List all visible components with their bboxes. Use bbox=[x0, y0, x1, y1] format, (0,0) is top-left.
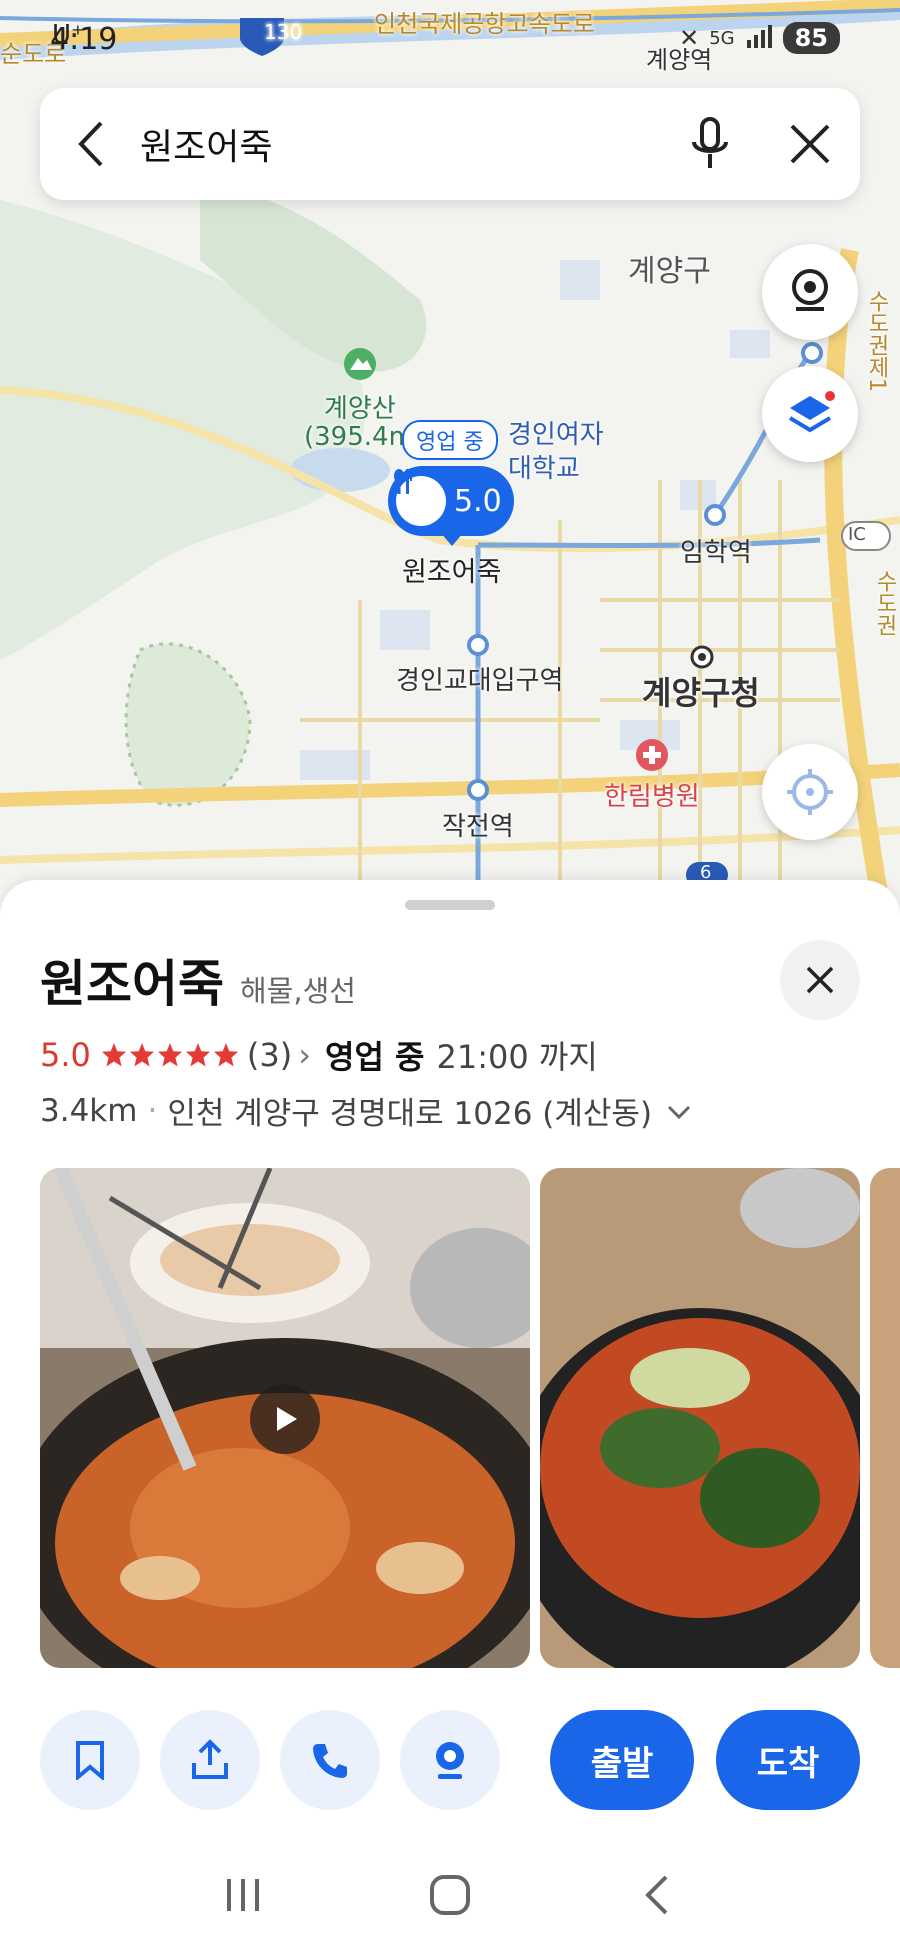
mountain-elevation: (395.4m bbox=[304, 422, 414, 452]
home-icon bbox=[429, 1875, 470, 1915]
street-view-button[interactable] bbox=[762, 244, 858, 340]
rating-value: 5.0 bbox=[40, 1036, 91, 1074]
open-until: 21:00 까지 bbox=[436, 1038, 598, 1076]
restaurant-icon bbox=[394, 469, 446, 526]
crosshair-icon bbox=[787, 769, 833, 815]
close-sheet-button[interactable] bbox=[780, 940, 860, 1020]
my-location-button[interactable] bbox=[762, 744, 858, 840]
nav-back-button[interactable] bbox=[617, 1855, 697, 1935]
university-label-2: 대학교 bbox=[508, 454, 580, 484]
carrier-label: U⁺ bbox=[52, 20, 85, 50]
distance: 3.4km bbox=[40, 1092, 138, 1129]
call-button[interactable] bbox=[280, 1710, 380, 1810]
home-button[interactable] bbox=[410, 1855, 490, 1935]
network-label: 5G bbox=[709, 27, 735, 49]
street-view-icon bbox=[436, 1742, 464, 1779]
address: 인천 계양구 경명대로 1026 (계산동) bbox=[167, 1096, 653, 1132]
chevron-left-icon bbox=[78, 121, 103, 167]
back-icon bbox=[644, 1875, 668, 1915]
district-label: 계양구 bbox=[628, 254, 711, 289]
address-row[interactable]: 3.4km · 인천 계양구 경명대로 1026 (계산동) bbox=[40, 1088, 692, 1133]
food-image bbox=[540, 1168, 860, 1668]
open-status: 영업 중 bbox=[325, 1038, 425, 1076]
open-status-chip: 영업 중 bbox=[402, 420, 498, 460]
arrive-button[interactable]: 도착 bbox=[716, 1710, 860, 1810]
street-view-icon bbox=[792, 269, 828, 311]
hospital-label: 한림병원 bbox=[604, 782, 700, 812]
recents-button[interactable] bbox=[203, 1855, 283, 1935]
station-label-gyeongin: 경인교대입구역 bbox=[396, 666, 564, 696]
food-image bbox=[870, 1168, 900, 1668]
microphone-icon bbox=[692, 117, 728, 168]
star-icon bbox=[101, 1043, 126, 1067]
status-bar: 4:19 U⁺ ✕ 5G 85 bbox=[0, 0, 900, 80]
star-icon bbox=[213, 1043, 238, 1067]
close-icon bbox=[790, 124, 830, 164]
bookmark-icon bbox=[76, 1741, 104, 1780]
university-label: 경인여자 bbox=[508, 420, 604, 450]
chevron-right-icon: › bbox=[298, 1036, 312, 1074]
mute-icon: ✕ bbox=[679, 24, 700, 52]
play-video-button[interactable] bbox=[250, 1384, 320, 1454]
battery-indicator: 85 bbox=[782, 22, 840, 54]
station-label-imhak: 임학역 bbox=[680, 538, 752, 568]
star-icon bbox=[157, 1043, 182, 1067]
map-layers-button[interactable] bbox=[762, 366, 858, 462]
place-name: 원조어죽 bbox=[40, 955, 224, 1013]
star-icon bbox=[129, 1043, 154, 1067]
marker-pointer bbox=[440, 532, 464, 546]
layers-icon bbox=[788, 391, 835, 433]
search-query[interactable]: 원조어죽 bbox=[140, 118, 660, 170]
back-button[interactable] bbox=[40, 88, 140, 200]
phone-icon bbox=[313, 1744, 347, 1778]
recents-icon bbox=[227, 1879, 260, 1911]
place-title-row: 원조어죽 해물,생선 bbox=[40, 944, 356, 1016]
play-icon bbox=[277, 1407, 297, 1431]
chevron-down-icon[interactable] bbox=[666, 1093, 692, 1129]
clear-search-button[interactable] bbox=[760, 88, 860, 200]
place-category: 해물,생선 bbox=[240, 974, 356, 1008]
signal-icon bbox=[745, 24, 773, 52]
separator-dot: · bbox=[147, 1092, 158, 1129]
mountain-label: 계양산 bbox=[324, 394, 396, 424]
star-rating bbox=[101, 1042, 239, 1068]
depart-button[interactable]: 출발 bbox=[550, 1710, 694, 1810]
status-icons: ✕ 5G 85 bbox=[679, 22, 840, 54]
street-view-action-button[interactable] bbox=[400, 1710, 500, 1810]
place-marker[interactable]: 5.0 bbox=[388, 466, 514, 536]
review-count[interactable]: (3) bbox=[247, 1036, 292, 1074]
system-nav-bar bbox=[0, 1840, 900, 1950]
road-label-right-2: 수도권 bbox=[872, 570, 897, 636]
place-photo-video[interactable] bbox=[40, 1168, 530, 1668]
marker-rating: 5.0 bbox=[454, 483, 502, 519]
place-photo[interactable] bbox=[540, 1168, 860, 1668]
share-button[interactable] bbox=[160, 1710, 260, 1810]
save-button[interactable] bbox=[40, 1710, 140, 1810]
road-label-right: 수도권제1 bbox=[864, 290, 889, 392]
rating-row[interactable]: 5.0 (3) › 영업 중 21:00 까지 bbox=[40, 1032, 598, 1078]
star-icon bbox=[185, 1043, 210, 1067]
place-detail-sheet[interactable]: 원조어죽 해물,생선 5.0 (3) › 영업 중 21:00 까지 3.4km… bbox=[0, 880, 900, 1950]
ic-badge: IC bbox=[848, 524, 866, 545]
station-label-jakjeon: 작전역 bbox=[442, 812, 514, 842]
sheet-drag-handle[interactable] bbox=[405, 900, 495, 910]
search-bar[interactable]: 원조어죽 bbox=[40, 88, 860, 200]
city-hall-label: 계양구청 bbox=[642, 674, 760, 712]
share-icon bbox=[192, 1739, 228, 1779]
marker-place-name: 원조어죽 bbox=[402, 557, 502, 588]
voice-search-button[interactable] bbox=[660, 88, 760, 200]
place-photo-partial[interactable] bbox=[870, 1168, 900, 1668]
close-icon bbox=[806, 966, 834, 994]
